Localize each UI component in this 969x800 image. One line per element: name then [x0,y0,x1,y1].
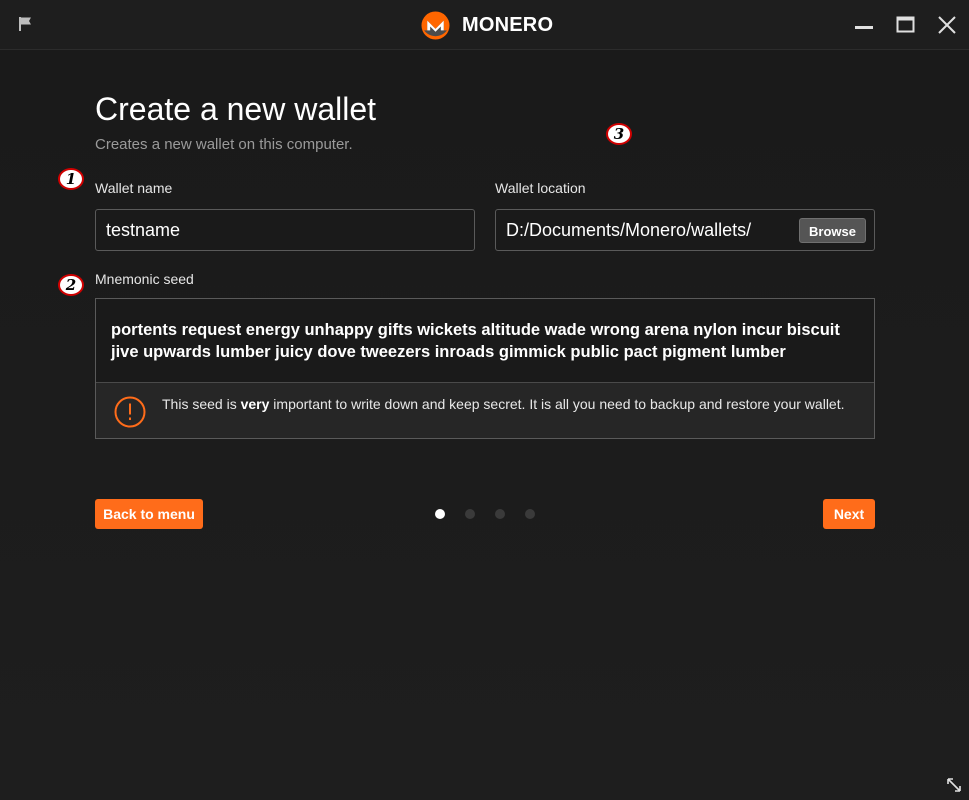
mnemonic-seed-box: portents request energy unhappy gifts wi… [95,298,875,439]
warning-text-end: important to write down and keep secret.… [269,396,845,412]
wizard-content: Create a new wallet Creates a new wallet… [0,50,969,800]
warning-text-start: This seed is [162,396,241,412]
warning-icon [114,396,146,428]
annotation-marker-3: 3 [606,123,632,145]
page-title: Create a new wallet [95,91,377,127]
minimize-icon[interactable] [853,14,875,36]
step-indicator [435,509,535,519]
step-dot-4 [525,509,535,519]
mnemonic-seed-label: Mnemonic seed [95,271,194,287]
app-title: MONERO [462,13,554,36]
monero-logo-icon [421,10,450,40]
back-to-menu-button[interactable]: Back to menu [95,499,203,529]
resize-icon[interactable] [946,777,962,793]
mnemonic-seed-text: portents request energy unhappy gifts wi… [111,321,840,361]
wallet-name-label: Wallet name [95,180,173,196]
wallet-location-label: Wallet location [495,180,586,196]
title-bar: MONERO [0,0,969,50]
close-icon[interactable] [936,14,958,36]
flag-icon[interactable] [18,16,34,32]
step-dot-3 [495,509,505,519]
step-dot-1 [435,509,445,519]
browse-button[interactable]: Browse [799,218,866,243]
seed-warning: This seed is very important to write dow… [96,383,874,438]
warning-emphasis: very [240,396,270,412]
seed-warning-text: This seed is very important to write dow… [162,395,862,413]
page-subtitle: Creates a new wallet on this computer. [95,136,353,153]
annotation-marker-1: 1 [58,168,84,190]
brand: MONERO [421,10,553,40]
maximize-icon[interactable] [895,14,917,36]
wallet-name-input[interactable] [95,209,475,251]
next-button[interactable]: Next [823,499,875,529]
step-dot-2 [465,509,475,519]
annotation-marker-2: 2 [58,274,84,296]
